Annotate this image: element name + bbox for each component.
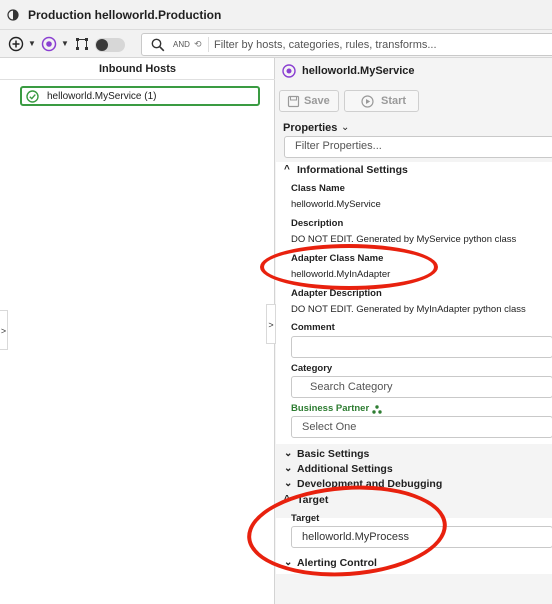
window-title: Production helloworld.Production bbox=[28, 8, 222, 22]
section-label: Development and Debugging bbox=[297, 478, 443, 490]
check-circle-icon bbox=[26, 90, 39, 103]
class-name-label: Class Name bbox=[291, 183, 345, 194]
section-label: Target bbox=[297, 494, 329, 506]
partner-nodes-icon bbox=[372, 405, 382, 414]
circle-split-icon bbox=[7, 9, 19, 21]
category-search-input[interactable] bbox=[291, 376, 552, 398]
swap-operator-icon[interactable]: ⟲ bbox=[194, 39, 202, 50]
chevron-down-icon: ⌄ bbox=[284, 463, 293, 474]
search-icon bbox=[151, 38, 165, 52]
service-title: helloworld.MyService bbox=[302, 65, 415, 77]
and-operator-label[interactable]: AND bbox=[173, 40, 190, 49]
section-informational-settings[interactable]: ^ Informational Settings bbox=[276, 164, 552, 178]
inbound-hosts-panel: Inbound Hosts helloworld.MyService (1) >… bbox=[0, 58, 276, 604]
adapter-description-value: DO NOT EDIT. Generated by MyInAdapter py… bbox=[291, 304, 526, 315]
section-label: Additional Settings bbox=[297, 463, 393, 475]
add-dropdown-chevron-icon[interactable]: ▼ bbox=[28, 39, 36, 48]
section-development-debugging[interactable]: ⌄ Development and Debugging bbox=[276, 478, 552, 492]
view-toggle[interactable] bbox=[95, 38, 125, 52]
section-label: Alerting Control bbox=[297, 557, 377, 569]
section-label: Informational Settings bbox=[297, 164, 408, 176]
section-basic-settings[interactable]: ⌄ Basic Settings bbox=[276, 448, 552, 462]
business-partner-select[interactable] bbox=[291, 416, 552, 438]
host-filter-searchbox[interactable]: AND ⟲ bbox=[141, 33, 552, 56]
category-label: Category bbox=[291, 363, 333, 374]
inbound-hosts-header: Inbound Hosts bbox=[0, 58, 275, 80]
properties-chevron-down-icon[interactable]: ⌄ bbox=[341, 122, 349, 133]
host-item-label: helloworld.MyService (1) bbox=[47, 91, 157, 102]
graph-layout-icon[interactable] bbox=[74, 36, 90, 52]
target-dropdown-chevron-icon[interactable]: ▼ bbox=[61, 39, 69, 48]
expand-panel-chevron-icon[interactable]: > bbox=[266, 304, 276, 344]
class-name-value: helloworld.MyService bbox=[291, 199, 381, 210]
adapter-class-name-value: helloworld.MyInAdapter bbox=[291, 269, 391, 280]
target-input[interactable] bbox=[291, 526, 552, 548]
title-bar: Production helloworld.Production bbox=[0, 0, 552, 30]
toggle-knob bbox=[96, 39, 108, 51]
search-divider bbox=[208, 37, 209, 52]
adapter-class-name-label: Adapter Class Name bbox=[291, 253, 384, 264]
play-circle-icon bbox=[361, 95, 374, 108]
target-icon[interactable] bbox=[41, 36, 57, 52]
filter-properties-input[interactable] bbox=[295, 140, 535, 152]
save-button[interactable]: Save bbox=[279, 90, 339, 112]
add-circle-icon[interactable] bbox=[8, 36, 24, 52]
chevron-down-icon: ⌄ bbox=[284, 557, 293, 568]
service-header: helloworld.MyService bbox=[276, 58, 552, 85]
section-target[interactable]: ^ Target bbox=[276, 494, 552, 508]
service-details-panel: helloworld.MyService Save Start Properti… bbox=[276, 58, 552, 604]
description-value: DO NOT EDIT. Generated by MyService pyth… bbox=[291, 234, 517, 245]
target-icon bbox=[282, 64, 296, 78]
save-label: Save bbox=[304, 95, 330, 107]
properties-heading[interactable]: Properties bbox=[283, 122, 337, 134]
target-label: Target bbox=[291, 513, 320, 524]
description-label: Description bbox=[291, 218, 344, 229]
host-item-myservice[interactable]: helloworld.MyService (1) bbox=[20, 86, 260, 106]
expand-left-chevron-icon[interactable]: > bbox=[0, 310, 8, 350]
start-button[interactable]: Start bbox=[344, 90, 419, 112]
chevron-up-icon: ^ bbox=[284, 494, 290, 505]
toolbar: ▼ ▼ AND ⟲ bbox=[0, 30, 552, 58]
business-partner-label: Business Partner bbox=[291, 403, 370, 414]
chevron-up-icon: ^ bbox=[284, 164, 290, 175]
section-additional-settings[interactable]: ⌄ Additional Settings bbox=[276, 463, 552, 477]
section-alerting-control[interactable]: ⌄ Alerting Control bbox=[276, 557, 552, 571]
save-icon bbox=[287, 95, 300, 108]
filter-properties-box[interactable] bbox=[284, 136, 552, 158]
adapter-description-label: Adapter Description bbox=[291, 288, 382, 299]
host-filter-input[interactable] bbox=[214, 36, 544, 53]
chevron-down-icon: ⌄ bbox=[284, 448, 293, 459]
start-label: Start bbox=[381, 95, 407, 107]
section-label: Basic Settings bbox=[297, 448, 370, 460]
comment-label: Comment bbox=[291, 322, 335, 333]
comment-input[interactable] bbox=[291, 336, 552, 358]
chevron-down-icon: ⌄ bbox=[284, 478, 293, 489]
